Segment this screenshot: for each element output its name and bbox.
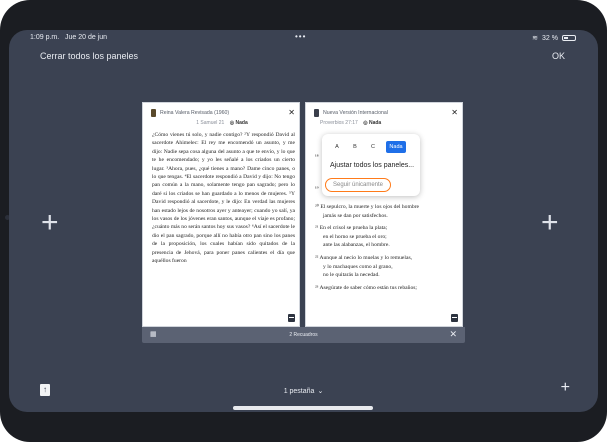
panels-bottom-strip: ▦ 2 Recuadros ✕ bbox=[142, 327, 465, 343]
adjust-all-panels-item[interactable]: Ajustar todos los paneles... bbox=[330, 162, 414, 169]
status-bar: 1:09 p.m. Jue 20 de jun ••• ≋ 32 % bbox=[30, 32, 576, 46]
add-panel-right-icon[interactable]: + bbox=[541, 208, 559, 238]
new-tab-plus-icon[interactable]: + bbox=[561, 380, 570, 396]
right-pane-reference[interactable]: Proverbios 27:17 bbox=[320, 120, 358, 126]
font-icon[interactable]: ◎ bbox=[230, 120, 234, 126]
verse-line: ²² Aunque al necio lo muelas y lo remuel… bbox=[315, 254, 413, 261]
font-popup-menu: A B C Nada Ajustar todos los paneles... … bbox=[322, 134, 420, 196]
font-option-none[interactable]: Nada bbox=[386, 141, 406, 153]
tabs-label[interactable]: 1 pestaña ⌄ bbox=[0, 387, 607, 395]
pane-menu-icon[interactable] bbox=[288, 314, 295, 322]
ok-button[interactable]: OK bbox=[552, 51, 565, 61]
close-all-panels-button[interactable]: Cerrar todos los paneles bbox=[40, 51, 138, 61]
close-icon[interactable]: ✕ bbox=[451, 108, 458, 117]
left-pane-font-label[interactable]: Nada bbox=[236, 120, 248, 126]
top-toolbar: Cerrar todos los paneles OK bbox=[40, 51, 565, 65]
right-pane-subheader: Proverbios 27:17 ◎ Nada bbox=[320, 120, 462, 130]
wifi-icon: ≋ bbox=[532, 35, 539, 42]
verse-line: ante las alabanzas, el hombre. bbox=[323, 242, 390, 249]
close-icon[interactable]: ✕ bbox=[288, 108, 295, 117]
right-pane-font-label[interactable]: Nada bbox=[369, 120, 381, 126]
left-pane-text: ¿Cómo vienes tú solo, y nadie contigo? ²… bbox=[152, 132, 295, 265]
font-option-c[interactable]: C bbox=[366, 141, 380, 153]
left-pane-version[interactable]: Reina Valera Revisada (1960) bbox=[160, 110, 229, 116]
left-pane[interactable]: Reina Valera Revisada (1960) ✕ 1 Samuel … bbox=[142, 102, 300, 327]
verse-fragment: ¹⁸ bbox=[315, 154, 319, 160]
book-icon bbox=[151, 109, 156, 117]
verse-fragment: ¹⁹ bbox=[315, 186, 319, 192]
battery-percent: 32 % bbox=[542, 34, 558, 42]
chevron-down-icon[interactable]: ⌄ bbox=[317, 388, 323, 395]
right-pane-version[interactable]: Nueva Versión Internacional bbox=[323, 110, 388, 116]
verse-line: en el horno se prueba el oro; bbox=[323, 233, 387, 240]
font-option-a[interactable]: A bbox=[330, 141, 344, 153]
left-pane-subheader: 1 Samuel 21 ◎ Nada bbox=[143, 120, 299, 130]
verse-line: y lo machaques como al grano, bbox=[323, 263, 393, 270]
right-pane-text: ²⁰ El sepulcro, la muerte y los ojos del… bbox=[315, 203, 458, 292]
home-indicator bbox=[233, 406, 373, 410]
right-pane-header: Nueva Versión Internacional ✕ bbox=[310, 108, 460, 119]
verse-line: ²³ Asegúrate de saber cómo están tus reb… bbox=[315, 284, 417, 291]
add-panel-left-icon[interactable]: + bbox=[41, 208, 59, 238]
close-icon[interactable]: ✕ bbox=[449, 329, 457, 340]
verse-line: ²⁰ El sepulcro, la muerte y los ojos del… bbox=[315, 204, 419, 210]
battery-icon bbox=[562, 35, 576, 41]
follow-only-item[interactable]: Seguir únicamente bbox=[325, 178, 391, 192]
verse-line: ²¹ En el crisol se prueba la plata; bbox=[315, 225, 388, 232]
left-pane-reference[interactable]: 1 Samuel 21 bbox=[196, 120, 224, 126]
font-options: A B C Nada bbox=[330, 141, 406, 153]
verse-line: jamás se dan por satisfechos. bbox=[323, 212, 388, 219]
status-time: 1:09 p.m. Jue 20 de jun bbox=[30, 34, 108, 41]
left-pane-header: Reina Valera Revisada (1960) ✕ bbox=[147, 108, 297, 119]
multitask-dots[interactable]: ••• bbox=[295, 32, 306, 41]
font-option-b[interactable]: B bbox=[348, 141, 362, 153]
verse-line: no le quitarás la necedad. bbox=[323, 272, 380, 279]
pane-menu-icon[interactable] bbox=[451, 314, 458, 322]
status-right: ≋ 32 % bbox=[532, 34, 576, 42]
panel-count: 2 Recuadros bbox=[289, 332, 318, 338]
font-icon[interactable]: ◎ bbox=[363, 120, 367, 126]
book-icon bbox=[314, 109, 319, 117]
